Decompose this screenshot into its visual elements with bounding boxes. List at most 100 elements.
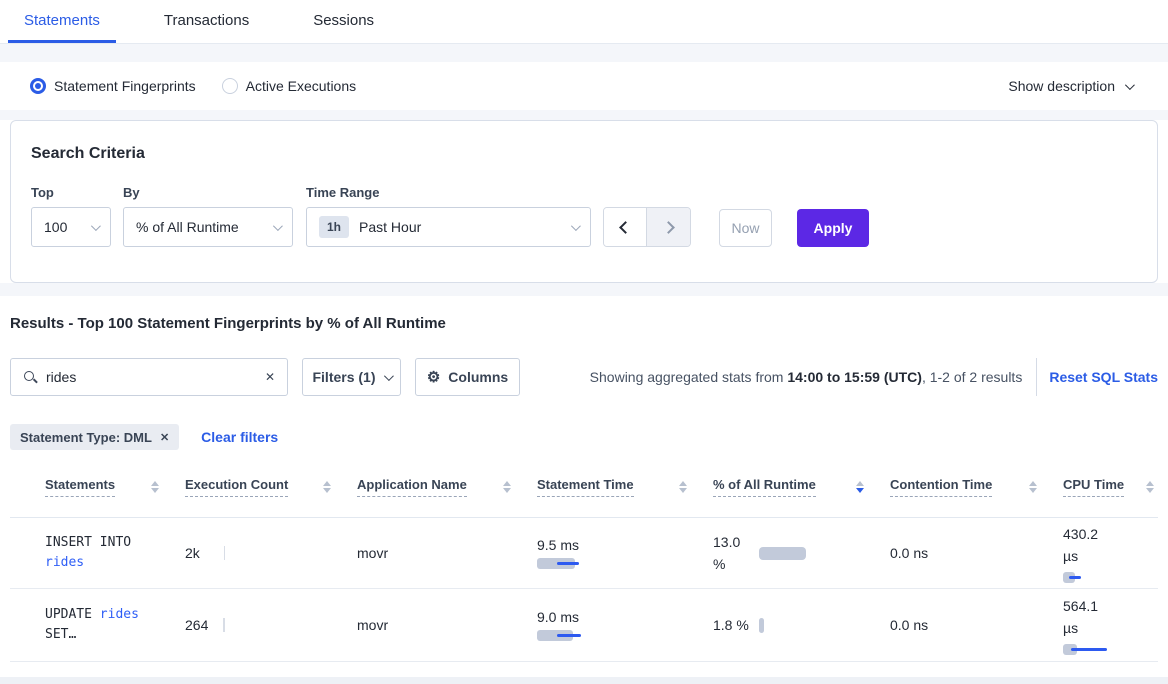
top-select[interactable]: 100 (31, 207, 111, 247)
statement-link[interactable]: rides (45, 555, 84, 570)
application-name-cell: movr (357, 617, 537, 633)
table-row: INSERT INTO rides 2k movr 9.5 ms 13.0 % … (10, 518, 1158, 589)
column-header-contention-time[interactable]: Contention Time (890, 477, 1063, 497)
statement-link[interactable]: rides (100, 607, 139, 622)
cpu-time-bar (1063, 572, 1103, 584)
statement-fingerprint-cell[interactable]: INSERT INTO rides (45, 533, 185, 573)
clear-search-icon[interactable]: ✕ (265, 370, 275, 384)
chevron-right-icon (662, 221, 675, 234)
statement-fingerprint-cell[interactable]: UPDATE rides SET… (45, 605, 185, 645)
section-gap (0, 110, 1168, 120)
radio-active-executions-label: Active Executions (246, 78, 357, 94)
page-background-strip (0, 677, 1168, 684)
cpu-time-bar (1063, 644, 1109, 656)
pct-runtime-cell: 1.8 % (713, 617, 890, 633)
execution-count-bar-tick (223, 618, 225, 632)
execution-count-cell: 2k (185, 545, 357, 561)
filter-chip-statement-type[interactable]: Statement Type: DML ✕ (10, 424, 179, 450)
tab-statements[interactable]: Statements (8, 0, 116, 43)
next-time-window-button[interactable] (647, 208, 690, 246)
sort-icon[interactable] (1029, 481, 1037, 493)
sort-icon[interactable] (1146, 481, 1154, 493)
sort-icon[interactable] (503, 481, 511, 493)
time-range-badge: 1h (319, 216, 349, 238)
view-toggle-row: Statement Fingerprints Active Executions… (0, 62, 1168, 110)
by-select[interactable]: % of All Runtime (123, 207, 293, 247)
chevron-down-icon (383, 371, 393, 381)
columns-button-label: Columns (448, 369, 508, 385)
by-select-value: % of All Runtime (136, 219, 239, 235)
statement-time-bar (537, 630, 587, 642)
time-window-arrows (603, 207, 691, 247)
chevron-down-icon (91, 221, 101, 231)
table-row: UPDATE rides SET… 264 movr 9.0 ms 1.8 % … (10, 589, 1158, 662)
by-field: By % of All Runtime (123, 185, 293, 247)
aggregated-stats-text: Showing aggregated stats from 14:00 to 1… (590, 369, 1023, 385)
section-gap (0, 283, 1168, 296)
filters-button-label: Filters (1) (312, 369, 375, 385)
tab-sessions[interactable]: Sessions (297, 0, 390, 43)
top-field: Top 100 (31, 185, 111, 247)
column-header-statements[interactable]: Statements (45, 477, 185, 497)
results-controls-row: rides ✕ Filters (1) ⚙ Columns Showing ag… (10, 358, 1158, 396)
search-icon (23, 370, 37, 384)
column-header-cpu-time[interactable]: CPU Time (1063, 477, 1158, 497)
table-bottom-padding (10, 662, 1158, 677)
column-header-pct-of-all-runtime[interactable]: % of All Runtime (713, 477, 890, 497)
time-range-value: Past Hour (359, 219, 421, 235)
column-header-execution-count[interactable]: Execution Count (185, 477, 357, 497)
cpu-time-cell: 430.2 µs (1063, 523, 1158, 584)
stats-time-range: 14:00 to 15:59 (UTC) (787, 369, 922, 385)
contention-time-cell: 0.0 ns (890, 545, 1063, 561)
pct-runtime-bar (759, 618, 764, 633)
statement-time-bar (537, 558, 587, 570)
top-select-value: 100 (44, 219, 67, 235)
now-button[interactable]: Now (719, 209, 772, 247)
vertical-divider (1036, 358, 1037, 396)
radio-statement-fingerprints-label: Statement Fingerprints (54, 78, 196, 94)
radio-statement-fingerprints[interactable]: Statement Fingerprints (30, 78, 196, 94)
columns-button[interactable]: ⚙ Columns (415, 358, 520, 396)
remove-filter-icon[interactable]: ✕ (160, 431, 169, 444)
statement-time-cell: 9.5 ms (537, 537, 713, 570)
sort-icon[interactable] (151, 481, 159, 493)
search-criteria-card: Search Criteria Top 100 By % of All Runt… (10, 120, 1158, 283)
results-section: Results - Top 100 Statement Fingerprints… (0, 296, 1168, 677)
radio-unselected-icon[interactable] (222, 78, 238, 94)
filter-chip-label: Statement Type: DML (20, 430, 152, 445)
apply-button[interactable]: Apply (797, 209, 869, 247)
active-filters-row: Statement Type: DML ✕ Clear filters (10, 424, 1158, 450)
stats-cluster: Showing aggregated stats from 14:00 to 1… (590, 358, 1158, 396)
sort-icon-active-desc[interactable] (856, 481, 864, 493)
search-criteria-form: Top 100 By % of All Runtime Time Range 1… (31, 185, 1137, 247)
application-name-cell: movr (357, 545, 537, 561)
pct-runtime-cell: 13.0 % (713, 531, 890, 575)
time-range-select[interactable]: 1h Past Hour (306, 207, 591, 247)
cpu-time-cell: 564.1 µs (1063, 595, 1158, 656)
search-input[interactable]: rides ✕ (10, 358, 288, 396)
top-tab-bar: Statements Transactions Sessions (0, 0, 1168, 44)
tab-transactions[interactable]: Transactions (148, 0, 265, 43)
show-description-label: Show description (1008, 78, 1115, 94)
gear-icon: ⚙ (427, 370, 440, 385)
reset-sql-stats-link[interactable]: Reset SQL Stats (1049, 369, 1158, 385)
search-input-value[interactable]: rides (46, 369, 265, 385)
column-header-statement-time[interactable]: Statement Time (537, 477, 713, 497)
chevron-down-icon (571, 221, 581, 231)
clear-filters-link[interactable]: Clear filters (201, 429, 278, 445)
table-header-row: Statements Execution Count Application N… (10, 456, 1158, 518)
previous-time-window-button[interactable] (604, 208, 647, 246)
show-description-toggle[interactable]: Show description (1008, 78, 1132, 94)
by-field-label: By (123, 185, 293, 200)
column-header-application-name[interactable]: Application Name (357, 477, 537, 497)
sort-icon[interactable] (323, 481, 331, 493)
sort-icon[interactable] (679, 481, 687, 493)
search-criteria-title: Search Criteria (31, 145, 1137, 163)
radio-selected-icon[interactable] (30, 78, 46, 94)
radio-active-executions[interactable]: Active Executions (222, 78, 357, 94)
top-field-label: Top (31, 185, 111, 200)
contention-time-cell: 0.0 ns (890, 617, 1063, 633)
section-gap (0, 44, 1168, 62)
pct-runtime-bar (759, 547, 806, 560)
filters-button[interactable]: Filters (1) (302, 358, 401, 396)
